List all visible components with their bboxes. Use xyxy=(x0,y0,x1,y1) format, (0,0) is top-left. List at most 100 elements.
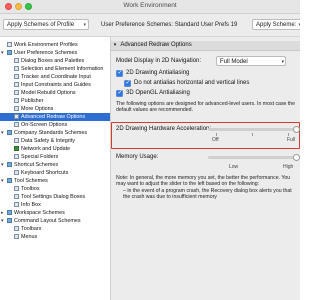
chevron-down-icon: ▾ xyxy=(281,59,284,65)
doc-icon xyxy=(14,153,19,159)
doc-icon xyxy=(14,225,19,231)
tree-item[interactable]: Tracker and Coordinate Input xyxy=(0,73,110,81)
memory-slider-knob[interactable] xyxy=(292,154,300,161)
tree-item[interactable]: Menus xyxy=(0,233,110,241)
work-environment-window: Work Environment Apply Schemes of Profil… xyxy=(0,0,300,300)
opengl-antialias-label: 3D OpenGL Antialiasing xyxy=(126,90,190,96)
memory-high-label: High xyxy=(283,164,294,170)
no-antialias-lines-checkbox[interactable] xyxy=(124,79,131,87)
tree-item-label: Data Safety & Integrity xyxy=(21,138,75,144)
tree-item-label: Menus xyxy=(21,234,38,240)
window-title: Work Environment xyxy=(123,2,177,9)
doc-icon xyxy=(14,73,19,79)
tree-item[interactable]: Model Rebuild Options xyxy=(0,89,110,97)
doc-icon xyxy=(14,57,19,63)
tree-item-label: Input Constraints and Guides xyxy=(21,82,91,88)
memory-slider-track[interactable] xyxy=(208,156,296,159)
tree-item[interactable]: Toolbars xyxy=(0,225,110,233)
network-icon xyxy=(14,145,19,151)
settings-tree: Work Environment Profiles ▾ User Preferenc… xyxy=(0,37,111,300)
section-header-label: Advanced Redraw Options xyxy=(120,42,192,48)
tree-item[interactable]: Publisher xyxy=(0,97,110,105)
schemes-select-label: Apply Schemes of Profile xyxy=(7,22,75,28)
tree-item-label: Workspace Schemes xyxy=(14,210,65,216)
doc-icon xyxy=(14,81,19,87)
tree-item-label: User Preference Schemes xyxy=(14,50,78,56)
tree-item[interactable]: Selection and Element Information xyxy=(0,65,110,73)
tree-item-label: Special Folders xyxy=(21,154,59,160)
tree-item-label: Model Rebuild Options xyxy=(21,90,76,96)
doc-icon xyxy=(14,65,19,71)
apply-scheme-button[interactable]: Apply Scheme: ▾ xyxy=(252,19,300,30)
memory-usage-label: Memory Usage: xyxy=(116,154,159,160)
tree-item[interactable]: Network and Update xyxy=(0,145,110,153)
tree-item-label: Info Box xyxy=(21,202,41,208)
tree-item-label: On-Screen Options xyxy=(21,122,68,128)
folder-icon xyxy=(7,49,12,55)
title-bar: Work Environment xyxy=(0,0,300,14)
tree-item[interactable]: Data Safety & Integrity xyxy=(0,137,110,145)
toolbar: Apply Schemes of Profile ▾ User Preferen… xyxy=(0,14,300,37)
tree-item[interactable]: Info Box xyxy=(0,201,110,209)
tree-item-label: Publisher xyxy=(21,98,44,104)
doc-icon xyxy=(14,193,19,199)
tree-item-label: Dialog Boxes and Palettes xyxy=(21,58,85,64)
tree-item-label: Tool Settings Dialog Boxes xyxy=(21,194,86,200)
tree-item[interactable]: Advanced Redraw Options xyxy=(0,113,110,121)
doc-icon xyxy=(14,169,19,175)
doc-icon xyxy=(14,201,19,207)
tree-item-label: Advanced Redraw Options xyxy=(21,114,86,120)
tree-item[interactable]: ▾ User Preference Schemes xyxy=(0,49,110,57)
tree-item-label: Keyboard Shortcuts xyxy=(21,170,69,176)
antialias-2d-checkbox[interactable] xyxy=(116,69,123,77)
folder-icon xyxy=(7,217,12,223)
folder-icon xyxy=(7,209,12,215)
model-display-value: Full Model xyxy=(220,59,248,65)
tree-item[interactable]: More Options xyxy=(0,105,110,113)
slider-tick xyxy=(288,133,289,136)
slider-tick xyxy=(252,133,253,136)
tree-item[interactable]: ▸ Workspace Schemes xyxy=(0,209,110,217)
slider-tick xyxy=(216,133,217,136)
tree-item[interactable]: Toolbox xyxy=(0,185,110,193)
model-display-select[interactable]: Full Model ▾ xyxy=(216,56,286,66)
hw-accel-slider-track[interactable] xyxy=(208,128,296,131)
doc-icon xyxy=(14,185,19,191)
tree-item-label: More Options xyxy=(21,106,54,112)
tree-item[interactable]: Tool Settings Dialog Boxes xyxy=(0,193,110,201)
doc-icon xyxy=(14,105,19,111)
tree-item-label: Company Standards Schemes xyxy=(14,130,88,136)
tree-item[interactable]: Input Constraints and Guides xyxy=(0,81,110,89)
memory-note: Note: In general, the more memory you se… xyxy=(116,175,291,188)
hw-accel-label: 2D Drawing Hardware Acceleration: xyxy=(116,126,212,132)
antialias-2d-label: 2D Drawing Antialiasing xyxy=(126,70,190,76)
tree-item-label: Toolbars xyxy=(21,226,42,232)
tree-item[interactable]: Special Folders xyxy=(0,153,110,161)
schemes-select[interactable]: Apply Schemes of Profile ▾ xyxy=(3,19,89,30)
tree-item-label: Network and Update xyxy=(21,146,71,152)
advanced-note: The following options are designed for a… xyxy=(116,101,296,114)
opengl-antialias-checkbox[interactable] xyxy=(116,89,123,97)
tree-item[interactable]: Keyboard Shortcuts xyxy=(0,169,110,177)
tree-item[interactable]: ▾ Company Standards Schemes xyxy=(0,129,110,137)
folder-icon xyxy=(7,161,12,167)
tree-item[interactable]: Dialog Boxes and Palettes xyxy=(0,57,110,65)
tree-item[interactable]: ▾ Command Layout Schemes xyxy=(0,217,110,225)
tree-item[interactable]: ▾ Tool Schemes xyxy=(0,177,110,185)
tree-item-label: Work Environment Profiles xyxy=(14,42,78,48)
tree-item-label: Command Layout Schemes xyxy=(14,218,81,224)
tree-item-label: Shortcut Schemes xyxy=(14,162,59,168)
hw-accel-slider-knob[interactable] xyxy=(292,126,300,133)
no-antialias-lines-label: Do not antialias horizontal and vertical… xyxy=(134,80,250,86)
tree-item[interactable]: ▾ Shortcut Schemes xyxy=(0,161,110,169)
section-header[interactable]: ▾ Advanced Redraw Options xyxy=(111,41,300,51)
doc-icon xyxy=(14,233,19,239)
chevron-down-icon: ▾ xyxy=(298,22,300,28)
doc-icon xyxy=(14,121,19,127)
tree-item[interactable]: On-Screen Options xyxy=(0,121,110,129)
memory-note-bullet: – in the event of a program crash, the R… xyxy=(123,188,292,201)
tree-item-label: Tracker and Coordinate Input xyxy=(21,74,91,80)
memory-low-label: Low xyxy=(229,164,239,170)
tree-item[interactable]: Work Environment Profiles xyxy=(0,41,110,49)
doc-icon xyxy=(14,89,19,95)
